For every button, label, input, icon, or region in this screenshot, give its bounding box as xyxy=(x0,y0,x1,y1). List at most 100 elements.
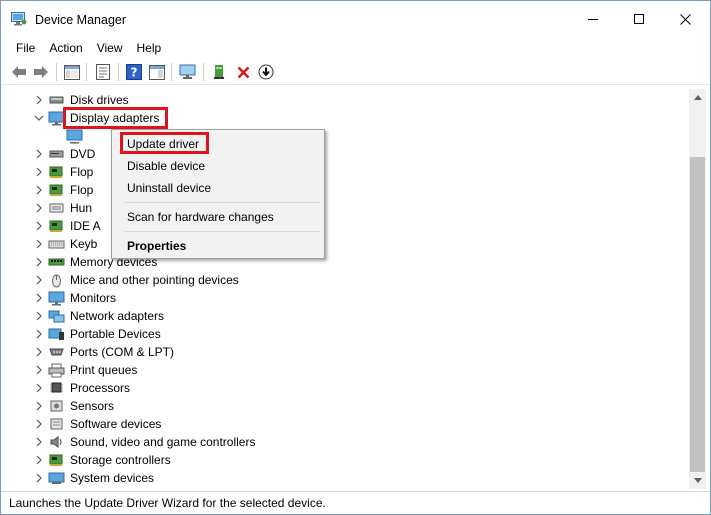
scan-hardware-button[interactable] xyxy=(179,63,197,81)
expand-chevron-icon[interactable] xyxy=(33,166,45,178)
mouse-icon xyxy=(52,274,61,288)
menu-view[interactable]: View xyxy=(90,38,130,58)
portable-device-icon xyxy=(48,328,64,340)
floppy-drive-icon xyxy=(49,184,63,196)
console-tree-icon xyxy=(64,64,80,80)
menu-uninstall-device[interactable]: Uninstall device xyxy=(127,180,211,196)
toolbar-separator xyxy=(203,63,204,81)
help-icon: ? xyxy=(126,64,142,80)
device-manager-window: Device Manager File Action View Help ? D… xyxy=(0,0,711,515)
tree-item-portable-devices[interactable]: Portable Devices xyxy=(8,325,689,343)
maximize-button[interactable] xyxy=(616,1,662,37)
status-text: Launches the Update Driver Wizard for th… xyxy=(9,496,326,510)
expand-chevron-icon[interactable] xyxy=(33,400,45,412)
scan-monitor-icon xyxy=(179,64,196,79)
tree-item-monitors[interactable]: Monitors xyxy=(8,289,689,307)
back-button[interactable] xyxy=(10,63,28,81)
tree-item-processors[interactable]: Processors xyxy=(8,379,689,397)
expand-chevron-icon[interactable] xyxy=(33,436,45,448)
expand-chevron-icon[interactable] xyxy=(33,454,45,466)
scroll-up-icon xyxy=(693,95,702,100)
tree-item-label: Hun xyxy=(70,201,93,215)
menu-bar: File Action View Help xyxy=(1,38,710,58)
tree-item-network-adapters[interactable]: Network adapters xyxy=(8,307,689,325)
expand-chevron-icon[interactable] xyxy=(33,292,45,304)
menu-properties[interactable]: Properties xyxy=(127,238,186,254)
system-device-icon xyxy=(48,472,65,484)
tree-item-label: Keyb xyxy=(70,237,98,251)
tree-item-software-devices[interactable]: Software devices xyxy=(8,415,689,433)
toolbar-separator xyxy=(86,63,87,81)
scroll-thumb[interactable] xyxy=(690,157,705,472)
expand-chevron-icon[interactable] xyxy=(33,310,45,322)
menu-action[interactable]: Action xyxy=(42,38,89,58)
tree-item-mice[interactable]: Mice and other pointing devices xyxy=(8,271,689,289)
expand-chevron-icon[interactable] xyxy=(33,364,45,376)
expand-chevron-icon[interactable] xyxy=(33,238,45,250)
expand-chevron-icon[interactable] xyxy=(33,274,45,286)
window-title: Device Manager xyxy=(35,13,127,27)
collapse-chevron-icon[interactable] xyxy=(33,112,45,124)
forward-button[interactable] xyxy=(32,63,50,81)
expand-chevron-icon[interactable] xyxy=(33,94,45,106)
menu-disable-device[interactable]: Disable device xyxy=(127,158,205,174)
help-button[interactable]: ? xyxy=(125,63,143,81)
menu-separator xyxy=(124,231,320,232)
expand-chevron-icon[interactable] xyxy=(33,256,45,268)
expand-chevron-icon[interactable] xyxy=(33,220,45,232)
down-arrow-circle-icon xyxy=(258,64,274,80)
show-hide-console-tree-button[interactable] xyxy=(63,63,81,81)
maximize-icon xyxy=(634,14,644,24)
tree-item-label: Mice and other pointing devices xyxy=(70,273,239,287)
expand-chevron-icon[interactable] xyxy=(33,202,45,214)
disk-drive-icon xyxy=(49,96,64,104)
menu-help[interactable]: Help xyxy=(130,38,169,58)
update-driver-icon xyxy=(214,65,224,79)
scroll-up-button[interactable] xyxy=(689,89,706,106)
expand-chevron-icon[interactable] xyxy=(33,328,45,340)
title-bar[interactable]: Device Manager xyxy=(1,1,710,37)
close-button[interactable] xyxy=(662,1,708,37)
expand-chevron-icon[interactable] xyxy=(33,148,45,160)
tree-item-label: Processors xyxy=(70,381,131,395)
forward-arrow-icon xyxy=(34,66,48,78)
expand-chevron-icon[interactable] xyxy=(33,346,45,358)
properties-button[interactable] xyxy=(94,63,112,81)
update-driver-highlight xyxy=(120,132,209,154)
tree-item-label: DVD xyxy=(70,147,96,161)
tree-item-label: Flop xyxy=(70,183,94,197)
update-driver-toolbar-button[interactable] xyxy=(211,63,229,81)
tree-item-label: Storage controllers xyxy=(70,453,171,467)
vertical-scrollbar[interactable] xyxy=(689,89,706,489)
tree-item-system-devices[interactable]: System devices xyxy=(8,469,689,487)
uninstall-device-toolbar-button[interactable] xyxy=(234,63,252,81)
tree-item-print-queues[interactable]: Print queues xyxy=(8,361,689,379)
svg-text:?: ? xyxy=(131,66,138,80)
tree-item-label: Portable Devices xyxy=(70,327,161,341)
port-icon xyxy=(49,348,64,356)
scroll-down-button[interactable] xyxy=(689,472,706,489)
tree-item-label: IDE A xyxy=(70,219,101,233)
keyboard-icon xyxy=(48,240,65,249)
menu-scan-hardware-changes[interactable]: Scan for hardware changes xyxy=(127,209,274,225)
expand-chevron-icon[interactable] xyxy=(33,418,45,430)
tree-item-storage-controllers[interactable]: Storage controllers xyxy=(8,451,689,469)
tree-item-label: Flop xyxy=(70,165,94,179)
expand-chevron-icon[interactable] xyxy=(33,382,45,394)
tree-item-label: Monitors xyxy=(70,291,117,305)
sensor-icon xyxy=(50,400,63,412)
floppy-controller-icon xyxy=(49,166,63,178)
printer-icon xyxy=(48,363,65,378)
tree-item-sensors[interactable]: Sensors xyxy=(8,397,689,415)
expand-chevron-icon[interactable] xyxy=(33,472,45,484)
tree-item-sound-video-game[interactable]: Sound, video and game controllers xyxy=(8,433,689,451)
tree-item-label: Disk drives xyxy=(70,93,129,107)
enable-device-toolbar-button[interactable] xyxy=(257,63,275,81)
tree-item-ports[interactable]: Ports (COM & LPT) xyxy=(8,343,689,361)
expand-chevron-icon[interactable] xyxy=(33,184,45,196)
action-pane-button[interactable] xyxy=(148,63,166,81)
minimize-button[interactable] xyxy=(570,1,616,37)
menu-file[interactable]: File xyxy=(9,38,42,58)
toolbar-separator xyxy=(118,63,119,81)
delete-x-icon xyxy=(237,66,249,78)
